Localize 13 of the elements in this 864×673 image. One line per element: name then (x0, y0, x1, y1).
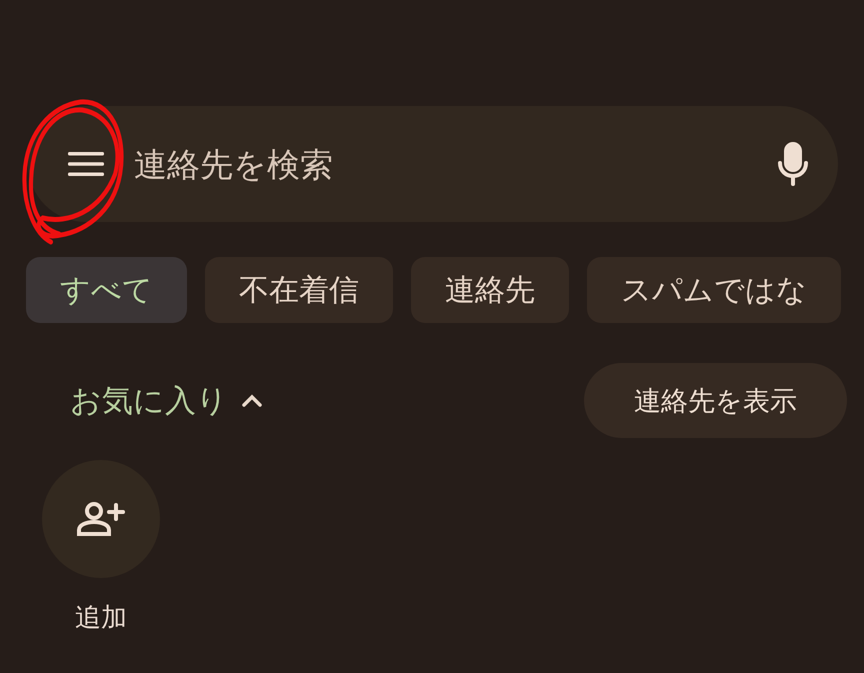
search-bar[interactable]: 連絡先を検索 (28, 106, 838, 222)
filter-chip[interactable]: 連絡先 (411, 257, 569, 323)
favorite-label: 追加 (75, 602, 127, 635)
add-person-icon (76, 501, 126, 537)
chevron-icon[interactable] (240, 392, 264, 408)
filter-chip[interactable]: すべて (26, 257, 187, 323)
filter-chip[interactable]: 不在着信 (205, 257, 393, 323)
filter-chip[interactable]: スパムではな (587, 257, 841, 323)
search-field[interactable]: 連絡先を検索 (134, 144, 748, 184)
show-contacts-button[interactable]: 連絡先を表示 (584, 363, 847, 438)
section-title: お気に入り (70, 382, 228, 420)
microphone-icon[interactable] (776, 141, 810, 187)
menu-icon[interactable] (66, 149, 106, 179)
